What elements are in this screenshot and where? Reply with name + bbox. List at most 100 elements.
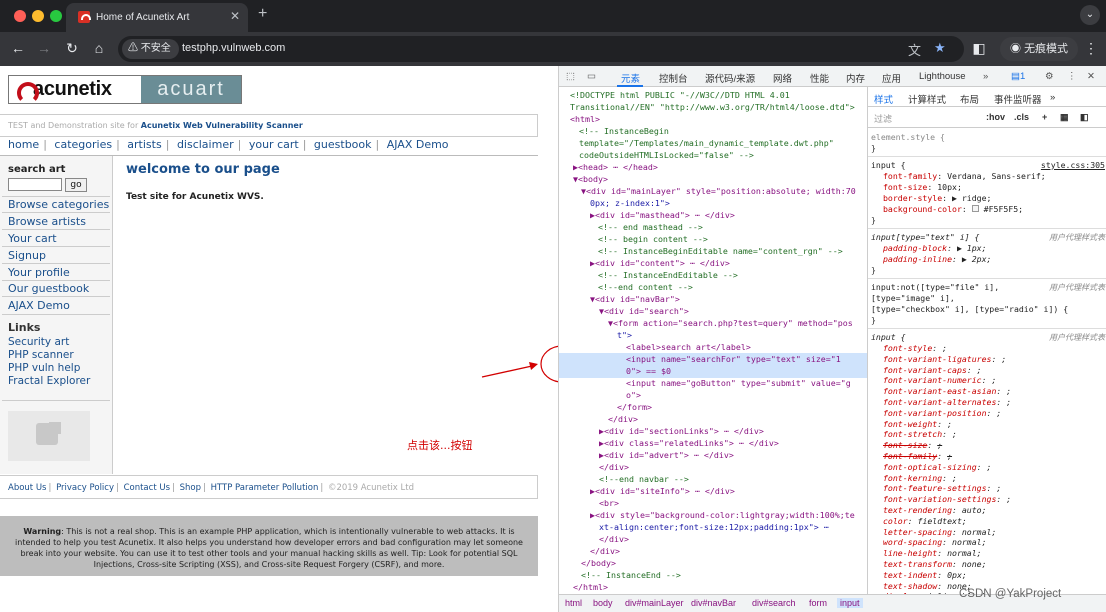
css-prop-name[interactable]: font-family: [883, 451, 937, 461]
css-prop-value[interactable]: 0px;: [947, 570, 967, 580]
reload-icon[interactable]: ↻: [63, 40, 81, 57]
footer-link-contact-us[interactable]: Contact Us: [124, 483, 170, 493]
dom-line[interactable]: xt-align:center;font-size:12px;padding:1…: [599, 521, 829, 533]
sidebar-link-your-cart[interactable]: Your cart: [8, 232, 57, 245]
dom-line[interactable]: ▶<div id="masthead"> ⋯ </div>: [590, 209, 735, 221]
menu-home[interactable]: home: [8, 138, 39, 151]
sidebar-link-ajax-demo[interactable]: AJAX Demo: [8, 299, 70, 312]
paint-icon[interactable]: ▦: [1060, 112, 1069, 123]
css-prop-value[interactable]: ;: [977, 365, 982, 375]
breadcrumb-body[interactable]: body: [593, 598, 613, 608]
tab-close-icon[interactable]: ✕: [230, 9, 240, 23]
css-prop-name[interactable]: font-kerning: [883, 473, 942, 483]
menu-artists[interactable]: artists: [127, 138, 161, 151]
ua-css-declaration[interactable]: font-variant-numeric: ;: [883, 375, 996, 386]
dom-line[interactable]: </div>: [590, 545, 620, 557]
extra-link-php-vuln-help[interactable]: PHP vuln help: [8, 362, 80, 374]
back-arrow-icon[interactable]: ←: [9, 40, 27, 56]
dom-line[interactable]: ▶<div id="siteInfo"> ⋯ </div>: [590, 485, 735, 497]
settings-gear-icon[interactable]: ⚙: [1045, 71, 1054, 82]
dom-line[interactable]: <!-- InstanceEnd -->: [581, 569, 681, 581]
css-prop-value[interactable]: ;: [1006, 494, 1011, 504]
ua-css-declaration[interactable]: line-height: normal;: [883, 548, 982, 559]
device-toolbar-icon[interactable]: ▭: [587, 71, 596, 82]
input-text-ua-selector[interactable]: input[type="text" i] {: [871, 232, 979, 243]
sidebar-link-our-guestbook[interactable]: Our guestbook: [8, 282, 89, 295]
ua-css-declaration[interactable]: font-family: ;: [883, 451, 952, 462]
css-prop-name[interactable]: padding-block: [883, 243, 947, 253]
dom-line[interactable]: ▶<div id="advert"> ⋯ </div>: [599, 449, 734, 461]
css-prop-value[interactable]: ;: [937, 440, 942, 450]
ua-css-declaration[interactable]: font-variant-alternates: ;: [883, 397, 1011, 408]
dom-line[interactable]: <!-- InstanceEndEditable -->: [598, 269, 738, 281]
extra-link-security-art[interactable]: Security art: [8, 336, 69, 348]
footer-link-privacy-policy[interactable]: Privacy Policy: [56, 483, 114, 493]
css-prop-name[interactable]: text-rendering: [883, 505, 952, 515]
address-bar[interactable]: ⚠ 不安全 testphp.vulnweb.com 文 ★: [118, 36, 964, 62]
breadcrumb-form[interactable]: form: [809, 598, 827, 608]
css-prop-value[interactable]: ;: [1001, 354, 1006, 364]
hov-toggle[interactable]: :hov: [986, 112, 1005, 122]
sidebar-link-signup[interactable]: Signup: [8, 249, 46, 262]
dom-line[interactable]: <!-- begin content -->: [598, 233, 708, 245]
security-indicator[interactable]: ⚠ 不安全: [122, 39, 179, 59]
devtools-tab-lighthouse[interactable]: Lighthouse: [919, 71, 965, 82]
go-button[interactable]: go: [65, 178, 87, 192]
breadcrumb-input[interactable]: input: [837, 598, 863, 608]
color-swatch[interactable]: [971, 205, 979, 212]
css-prop-name[interactable]: letter-spacing: [883, 527, 952, 537]
css-prop-value[interactable]: ▶ ridge;: [952, 193, 991, 203]
devtools-tab-memory[interactable]: 内存: [846, 71, 865, 85]
dom-line[interactable]: ▼<form action="search.php?test=query" me…: [608, 317, 853, 329]
dom-line[interactable]: ▼<body>: [573, 173, 608, 185]
devtools-close-icon[interactable]: ✕: [1087, 71, 1095, 82]
dom-line[interactable]: </form>: [617, 401, 652, 413]
ua-css-declaration[interactable]: font-variant-position: ;: [883, 408, 1001, 419]
breadcrumb-search[interactable]: div#search: [752, 598, 796, 608]
css-prop-name[interactable]: font-optical-sizing: [883, 462, 977, 472]
css-prop-name[interactable]: font-style: [883, 343, 932, 353]
cls-toggle[interactable]: .cls: [1014, 112, 1029, 122]
css-prop-value[interactable]: ;: [996, 408, 1001, 418]
dom-line[interactable]: <!-- end masthead -->: [598, 221, 703, 233]
dom-line[interactable]: <html>: [570, 113, 600, 125]
footer-link-http-parameter-pollution[interactable]: HTTP Parameter Pollution: [211, 483, 319, 493]
dom-line[interactable]: codeOutsideHTMLIsLocked="false" -->: [579, 149, 754, 161]
dom-line[interactable]: t">: [617, 329, 632, 341]
input-not-selector[interactable]: [type="image" i],: [871, 293, 955, 304]
css-prop-value[interactable]: ;: [952, 473, 957, 483]
css-prop-name[interactable]: font-stretch: [883, 429, 942, 439]
new-style-rule-icon[interactable]: +: [1042, 112, 1047, 122]
ua-css-declaration[interactable]: text-transform: none;: [883, 559, 987, 570]
dom-line[interactable]: ▼<div id="search">: [599, 305, 689, 317]
ua-css-declaration[interactable]: text-rendering: auto;: [883, 505, 987, 516]
breadcrumb-mainlayer[interactable]: div#mainLayer: [625, 598, 684, 608]
sidebar-link-your-profile[interactable]: Your profile: [8, 266, 70, 279]
window-minimize-button[interactable]: [32, 10, 44, 22]
css-prop-value[interactable]: fieldtext;: [918, 516, 967, 526]
devtools-tab-sources[interactable]: 源代码/来源: [705, 71, 755, 85]
devtools-tab-elements[interactable]: 元素: [621, 71, 640, 85]
site-logo[interactable]: acunetix acuart: [8, 75, 242, 104]
css-prop-value[interactable]: normal;: [947, 548, 982, 558]
menu-disclaimer[interactable]: disclaimer: [177, 138, 234, 151]
dom-line[interactable]: o">: [626, 389, 641, 401]
dom-line[interactable]: <br>: [599, 497, 619, 509]
menu-categories[interactable]: categories: [54, 138, 112, 151]
dom-line[interactable]: <!-- InstanceBeginEditable name="content…: [598, 245, 843, 257]
css-prop-value[interactable]: ;: [947, 419, 952, 429]
dom-line[interactable]: ▶<div style="background-color:lightgray;…: [590, 509, 855, 521]
css-prop-value[interactable]: ;: [987, 462, 992, 472]
styles-tab-event-listeners[interactable]: 事件监听器: [994, 92, 1042, 106]
css-prop-name[interactable]: line-height: [883, 548, 937, 558]
forward-arrow-icon[interactable]: →: [35, 40, 53, 56]
breadcrumb-html[interactable]: html: [565, 598, 582, 608]
css-prop-value[interactable]: ;: [942, 343, 947, 353]
ua-css-declaration[interactable]: font-weight: ;: [883, 419, 952, 430]
dom-line[interactable]: </div>: [599, 461, 629, 473]
computed-sidebar-icon[interactable]: ◧: [1080, 112, 1089, 123]
dom-line[interactable]: <input name="goButton" type="submit" val…: [626, 377, 851, 389]
side-panel-icon[interactable]: ◧: [970, 40, 988, 57]
extra-link-php-scanner[interactable]: PHP scanner: [8, 349, 74, 361]
css-prop-name[interactable]: word-spacing: [883, 537, 942, 547]
